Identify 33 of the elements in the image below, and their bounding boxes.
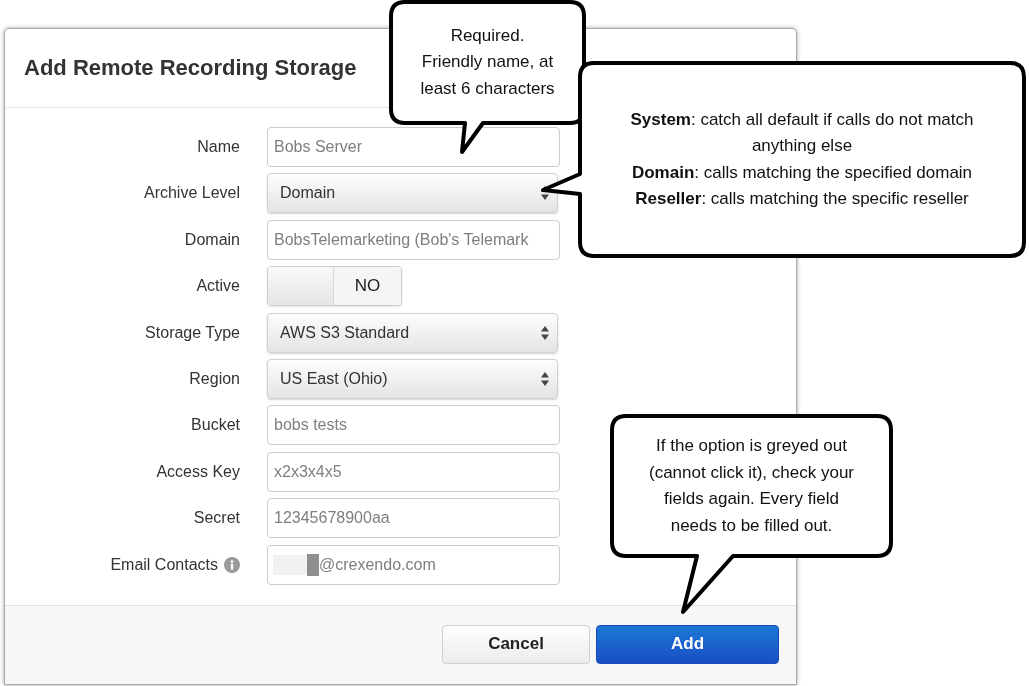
callout-text: Reseller: calls matching the specific reseller xyxy=(634,188,970,210)
dialog-button[interactable]: Add xyxy=(596,624,779,664)
field-label: Name xyxy=(197,138,240,156)
text-field[interactable]: BobsTelemarketing (Bob's Telemark xyxy=(267,219,560,260)
field-label: Domain xyxy=(184,230,240,249)
up-down-arrows-icon xyxy=(541,325,549,340)
dropdown[interactable]: US East (Ohio) xyxy=(267,358,558,399)
dropdown[interactable]: AWS S3 Standard xyxy=(267,312,558,353)
text-field[interactable]: 12345678900aa xyxy=(267,498,560,539)
field-label: Storage Type xyxy=(145,323,240,342)
callout-text: Friendly name, at least 6 characters xyxy=(419,51,556,100)
field-label: Email Contacts xyxy=(110,555,218,574)
toggle-switch[interactable]: NO xyxy=(267,266,402,307)
callout-text: Domain: calls matching the specified domain xyxy=(630,161,974,184)
callout-text: System: catch all default if calls do not match anything else xyxy=(629,108,975,157)
dropdown[interactable]: Domain xyxy=(267,173,558,214)
toggle-knob[interactable] xyxy=(268,267,334,306)
text-field[interactable]: bobs tests xyxy=(267,405,560,446)
text-field[interactable]: Bobs Server xyxy=(267,127,560,167)
field-label: Access Key xyxy=(156,462,240,481)
field-label: Active xyxy=(196,277,240,296)
field-label: Bucket xyxy=(191,416,240,435)
callout-text: If the option is greyed out (cannot click it), check your fields again. Every field needs to be filled out. xyxy=(648,435,855,537)
text-field[interactable]: x2x3x4x5 xyxy=(267,451,560,492)
dialog-button[interactable]: Cancel xyxy=(442,624,590,664)
up-down-arrows-icon xyxy=(541,371,549,386)
info-icon[interactable] xyxy=(224,556,240,573)
dialog-title: Add Remote Recording Storage xyxy=(24,54,357,82)
field-label: Region xyxy=(189,369,240,388)
field-label: Archive Level xyxy=(143,184,240,203)
field-label: Secret xyxy=(193,509,240,528)
text-field[interactable]: @crexendo.com xyxy=(267,544,560,585)
callout-text: Required. xyxy=(449,24,526,47)
